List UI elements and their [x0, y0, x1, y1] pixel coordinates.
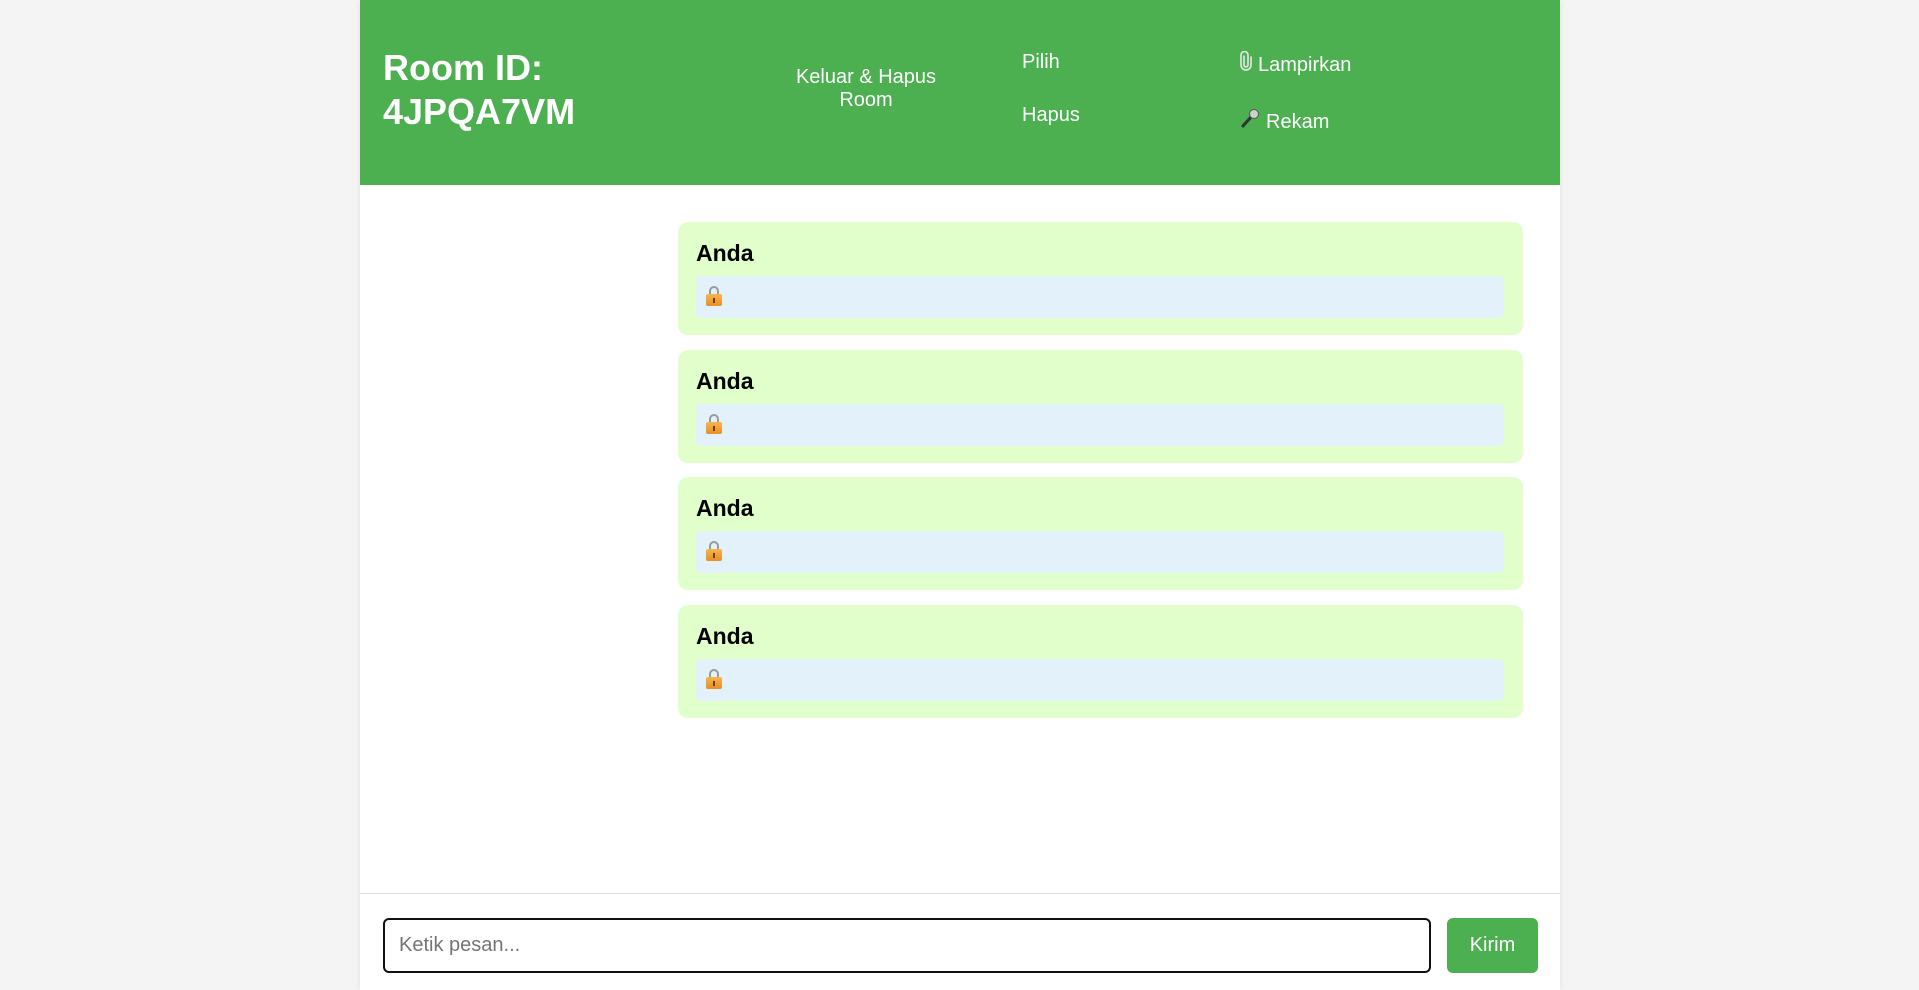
lock-icon [706, 669, 722, 689]
message-sender: Anda [696, 368, 754, 394]
record-label: Rekam [1266, 111, 1330, 133]
attach-label: Lampirkan [1258, 54, 1352, 76]
message-bubble[interactable]: Anda [678, 605, 1523, 718]
chat-app: Room ID: 4JPQA7VM Keluar & Hapus Room Pi… [360, 0, 1560, 990]
room-header: Room ID: 4JPQA7VM Keluar & Hapus Room Pi… [360, 0, 1560, 185]
message-bubble[interactable]: Anda [678, 477, 1523, 590]
select-button[interactable]: Pilih [1022, 51, 1060, 74]
message-body [696, 276, 1504, 318]
lock-icon [706, 286, 722, 306]
message-sender: Anda [696, 495, 754, 521]
message-body [696, 659, 1504, 701]
message-composer: Kirim [360, 893, 1560, 990]
message-sender: Anda [696, 240, 754, 266]
delete-button[interactable]: Hapus [1022, 104, 1080, 127]
lock-icon [706, 541, 722, 561]
microphone-icon [1240, 108, 1260, 134]
lock-icon [706, 414, 722, 434]
attach-button[interactable]: Lampirkan [1240, 50, 1352, 77]
send-button[interactable]: Kirim [1447, 918, 1538, 973]
message-body [696, 404, 1504, 446]
message-body [696, 531, 1504, 573]
leave-delete-room-button[interactable]: Keluar & Hapus Room [780, 66, 952, 112]
message-input[interactable] [383, 918, 1431, 973]
message-sender: Anda [696, 623, 754, 649]
record-button[interactable]: Rekam [1240, 108, 1329, 134]
room-id-title: Room ID: 4JPQA7VM [383, 47, 576, 132]
message-bubble[interactable]: Anda [678, 350, 1523, 463]
message-list: Anda Anda Anda Anda [360, 185, 1560, 893]
message-bubble[interactable]: Anda [678, 222, 1523, 335]
paperclip-icon [1240, 50, 1252, 77]
